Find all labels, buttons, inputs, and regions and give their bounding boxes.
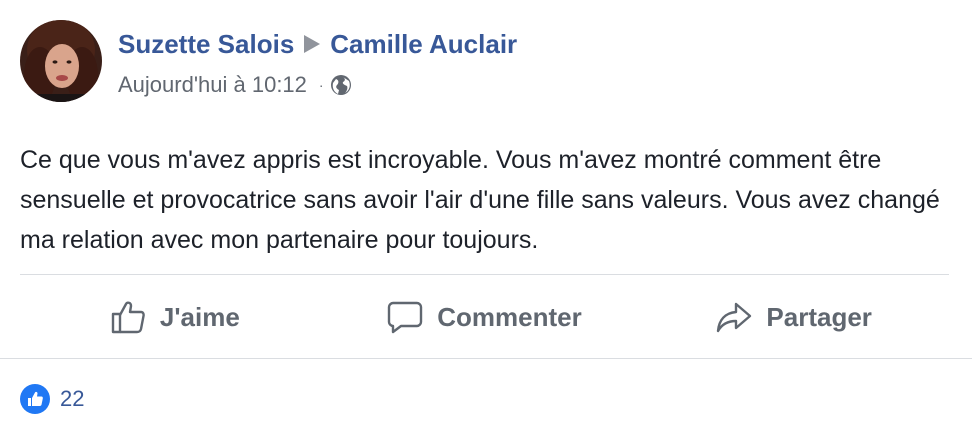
post-subline: Aujourd'hui à 10:12 · <box>118 72 517 98</box>
separator-dot: · <box>318 77 324 93</box>
recipient-link[interactable]: Camille Auclair <box>330 28 517 60</box>
post-text: Ce que vous m'avez appris est incroyable… <box>20 146 940 254</box>
like-button[interactable]: J'aime <box>20 275 330 359</box>
post-meta: Suzette Salois Camille Auclair Aujourd'h… <box>118 28 517 98</box>
reactions-summary[interactable]: 22 <box>20 384 84 414</box>
like-label: J'aime <box>159 301 240 332</box>
right-triangle-icon <box>304 35 321 53</box>
post-timestamp[interactable]: Aujourd'hui à 10:12 <box>118 72 307 98</box>
author-link[interactable]: Suzette Salois <box>118 28 294 60</box>
author-line: Suzette Salois Camille Auclair <box>118 28 517 60</box>
like-reaction-icon <box>20 384 50 414</box>
comment-button[interactable]: Commenter <box>330 275 640 359</box>
comment-label: Commenter <box>437 301 582 332</box>
action-bar: J'aime Commenter Partager <box>20 275 949 359</box>
share-label: Partager <box>766 301 872 332</box>
globe-icon[interactable] <box>330 74 352 96</box>
post-header: Suzette Salois Camille Auclair Aujourd'h… <box>20 20 517 104</box>
share-arrow-icon <box>717 302 752 333</box>
divider <box>0 358 972 359</box>
comment-icon <box>388 301 423 334</box>
post-card: Suzette Salois Camille Auclair Aujourd'h… <box>0 0 972 434</box>
thumbs-up-icon <box>111 301 145 334</box>
avatar[interactable] <box>20 20 102 102</box>
reaction-count[interactable]: 22 <box>60 386 84 412</box>
share-button[interactable]: Partager <box>639 275 949 359</box>
